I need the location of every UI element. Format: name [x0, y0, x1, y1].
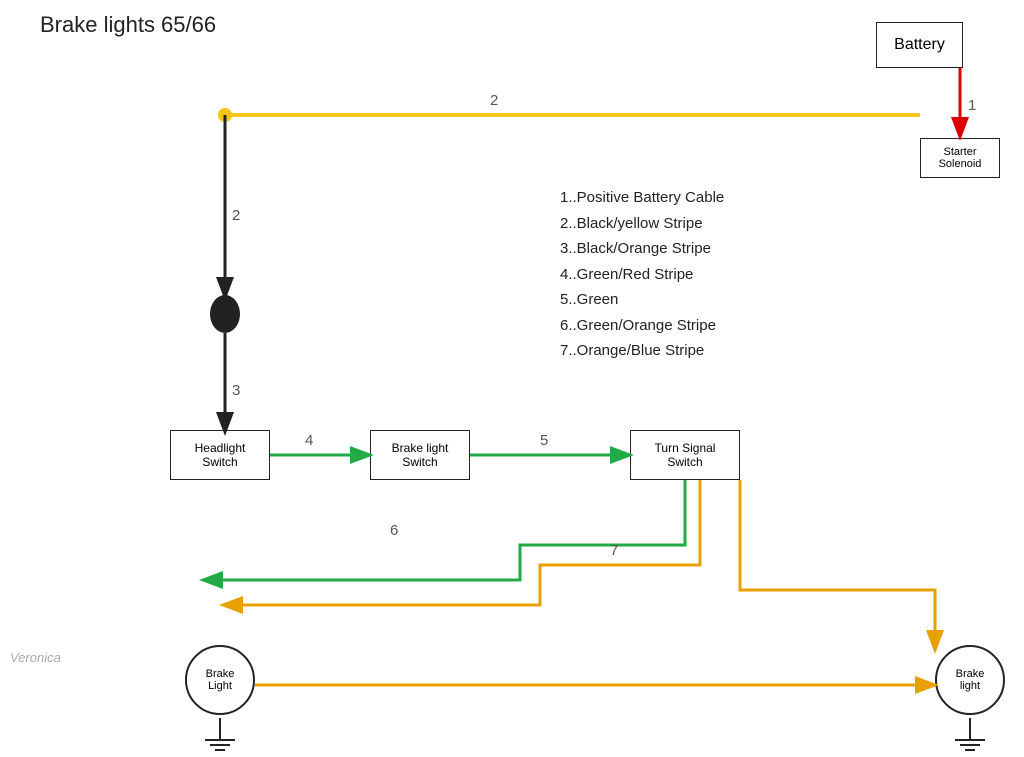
svg-text:1: 1 — [968, 97, 976, 114]
svg-text:3: 3 — [232, 382, 240, 399]
svg-text:2: 2 — [232, 207, 240, 224]
svg-text:6: 6 — [390, 522, 398, 539]
wiring-diagram-svg: 2 1 2 3 4 5 6 7 — [0, 0, 1024, 757]
svg-text:2: 2 — [490, 92, 498, 109]
svg-text:7: 7 — [610, 542, 618, 559]
svg-text:5: 5 — [540, 432, 548, 449]
svg-text:4: 4 — [305, 432, 313, 449]
